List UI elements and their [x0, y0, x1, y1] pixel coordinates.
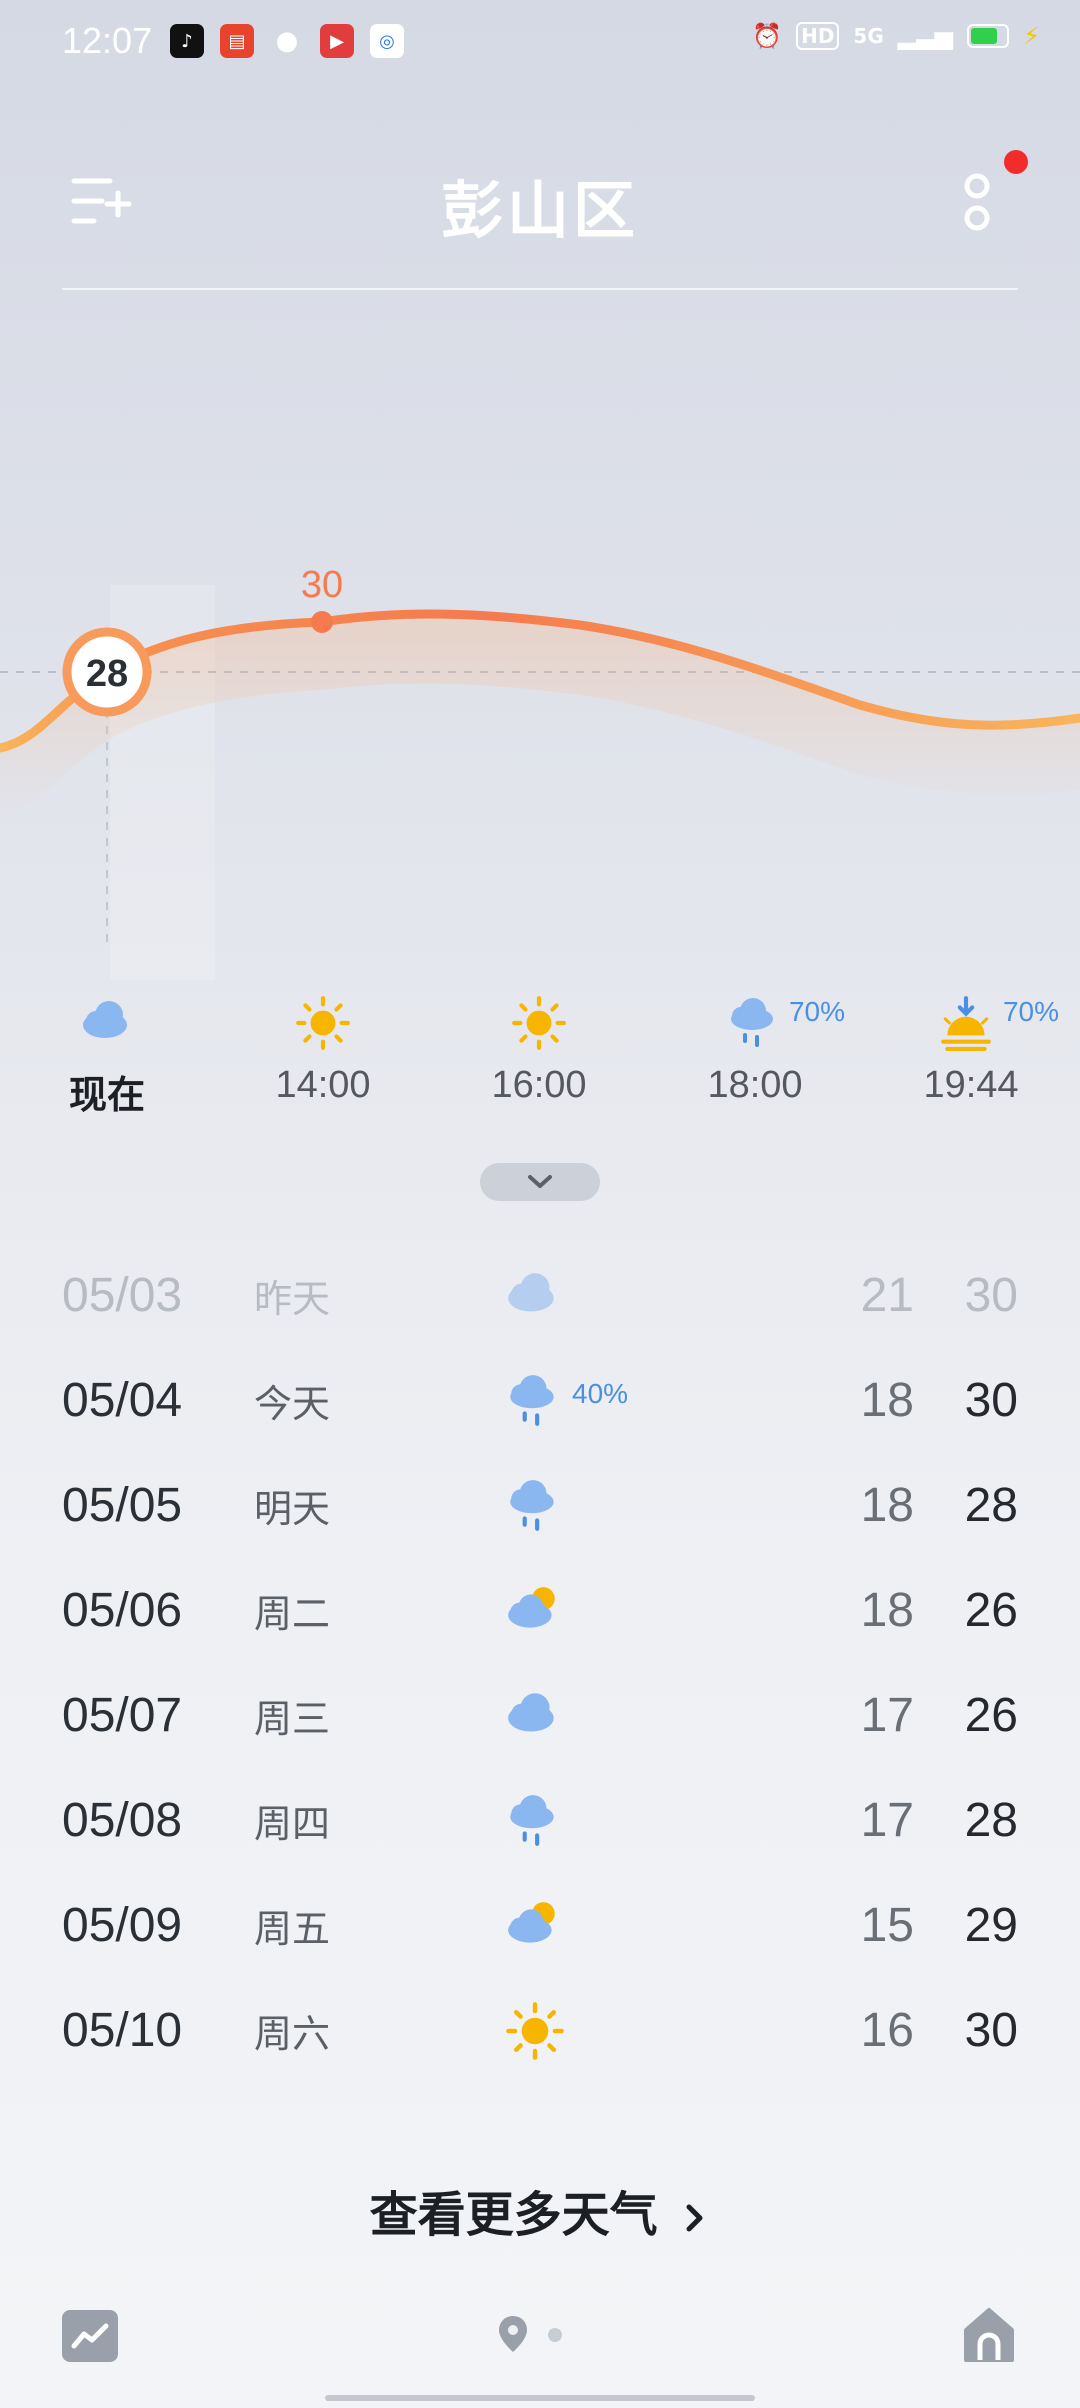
precip-chance: 70%: [788, 996, 846, 1027]
day-date: 05/09: [62, 1899, 183, 1952]
precip-chance: 70%: [1002, 996, 1060, 1027]
location-pin-icon[interactable]: [496, 2314, 530, 2354]
day-high: 28: [964, 1479, 1018, 1532]
day-low: 17: [860, 1794, 914, 1847]
day-high: 26: [964, 1584, 1018, 1637]
day-date: 05/04: [62, 1374, 183, 1427]
hourly-item-1400[interactable]: 14:00: [238, 990, 408, 1107]
day-high: 28: [964, 1794, 1018, 1847]
video-app-icon: ▶: [320, 24, 354, 58]
day-date: 05/03: [62, 1269, 183, 1322]
signal-5g: 5G: [853, 24, 884, 48]
day-name: 周六: [254, 2012, 331, 2056]
chevron-right-icon: [686, 2204, 703, 2232]
expand-hourly-button[interactable]: [480, 1163, 600, 1201]
day-name: 昨天: [254, 1277, 331, 1321]
day-name: 周五: [254, 1907, 331, 1951]
hourly-item-now[interactable]: 现在: [22, 990, 192, 1119]
daily-row-0508[interactable]: 05/08 周四 17 28: [62, 1768, 1018, 1873]
partly-cloudy-icon: [508, 1586, 555, 1628]
peak-point: [311, 611, 333, 633]
daily-row-0509[interactable]: 05/09 周五 15 29: [62, 1873, 1018, 1978]
partly-cloudy-icon: [508, 1901, 555, 1943]
day-name: 今天: [254, 1382, 331, 1426]
day-high: 30: [964, 1269, 1018, 1322]
notification-icons: ♪ ▤ ● ▶ ◎: [170, 24, 404, 58]
daily-row-0507[interactable]: 05/07 周三 17 26: [62, 1663, 1018, 1768]
daily-row-0503[interactable]: 05/03 昨天 21 30: [62, 1243, 1018, 1348]
day-name: 周二: [254, 1592, 331, 1636]
daily-row-0510[interactable]: 05/10 周六 16 30: [62, 1978, 1018, 2083]
hourly-label: 现在: [68, 1073, 145, 1117]
day-high: 29: [964, 1899, 1018, 1952]
daily-row-0505[interactable]: 05/05 明天 18 28: [62, 1453, 1018, 1558]
hourly-item-1800[interactable]: 70% 18:00: [670, 990, 870, 1107]
wechat-icon: ●: [275, 26, 299, 56]
hourly-label: 19:44: [923, 1064, 1019, 1106]
precip-chance: 40%: [572, 1377, 629, 1409]
status-time: 12:07: [62, 20, 153, 61]
peak-temp-label: 30: [301, 564, 343, 606]
notification-dot: [1004, 150, 1028, 174]
home-button[interactable]: [962, 2306, 1016, 2364]
signal-bars-icon: ▂▃▅: [897, 22, 954, 50]
status-right-icons: ⏰ HD 5G ▂▃▅ ⚡: [752, 22, 1040, 50]
hourly-item-1600[interactable]: 16:00: [454, 990, 624, 1107]
charging-icon: ⚡: [1023, 22, 1040, 50]
more-options-button[interactable]: [952, 168, 1002, 240]
hd-badge: HD: [796, 22, 840, 50]
hourly-item-sunset[interactable]: 70% 19:44: [886, 990, 1080, 1107]
more-weather-link[interactable]: 查看更多天气: [0, 2175, 1080, 2245]
browser-icon: ◎: [370, 24, 404, 58]
day-low: 18: [860, 1584, 914, 1637]
cloud-icon: [83, 1001, 127, 1038]
day-high: 26: [964, 1689, 1018, 1742]
day-name: 周四: [254, 1802, 331, 1846]
hourly-label: 14:00: [275, 1064, 371, 1106]
cloud-icon: [508, 1692, 554, 1732]
hourly-label: 16:00: [491, 1064, 587, 1106]
page-title: 彭山区: [440, 174, 639, 247]
day-name: 周三: [254, 1697, 331, 1741]
page-indicator-dot[interactable]: [548, 2328, 562, 2342]
day-low: 21: [860, 1269, 914, 1322]
day-date: 05/08: [62, 1794, 183, 1847]
tiktok-icon: ♪: [170, 24, 204, 58]
cloud-icon: [508, 1272, 554, 1312]
day-low: 18: [860, 1374, 914, 1427]
day-date: 05/05: [62, 1479, 183, 1532]
day-low: 16: [860, 2004, 914, 2057]
chevron-down-icon: [528, 1175, 552, 1188]
rain-icon: [504, 1792, 562, 1850]
day-date: 05/06: [62, 1584, 183, 1637]
header-divider: [62, 288, 1018, 290]
day-high: 30: [964, 2004, 1018, 2057]
rain-icon: [504, 1372, 562, 1430]
day-low: 18: [860, 1479, 914, 1532]
day-name: 明天: [254, 1487, 331, 1531]
alarm-icon: ⏰: [752, 22, 783, 50]
day-date: 05/07: [62, 1689, 183, 1742]
sun-icon: [504, 2000, 566, 2062]
sun-icon: [510, 994, 568, 1052]
news-app-icon: ▤: [220, 24, 254, 58]
day-low: 17: [860, 1689, 914, 1742]
trend-chart-button[interactable]: [62, 2310, 118, 2362]
gesture-nav-bar[interactable]: [325, 2395, 755, 2401]
day-low: 15: [860, 1899, 914, 1952]
more-weather-label: 查看更多天气: [369, 2187, 658, 2243]
temperature-chart: 30 28: [0, 564, 1080, 980]
day-high: 30: [964, 1374, 1018, 1427]
day-date: 05/10: [62, 2004, 183, 2057]
current-temp-label: 28: [86, 653, 128, 695]
rain-icon: [504, 1477, 562, 1535]
rain-icon: [728, 996, 775, 1047]
hourly-label: 18:00: [707, 1064, 803, 1106]
battery-icon: [967, 24, 1010, 48]
sunset-icon: [937, 994, 995, 1052]
daily-row-0506[interactable]: 05/06 周二 18 26: [62, 1558, 1018, 1663]
daily-row-0504[interactable]: 05/04 今天 40% 18 30: [62, 1348, 1018, 1453]
sun-icon: [294, 994, 352, 1052]
